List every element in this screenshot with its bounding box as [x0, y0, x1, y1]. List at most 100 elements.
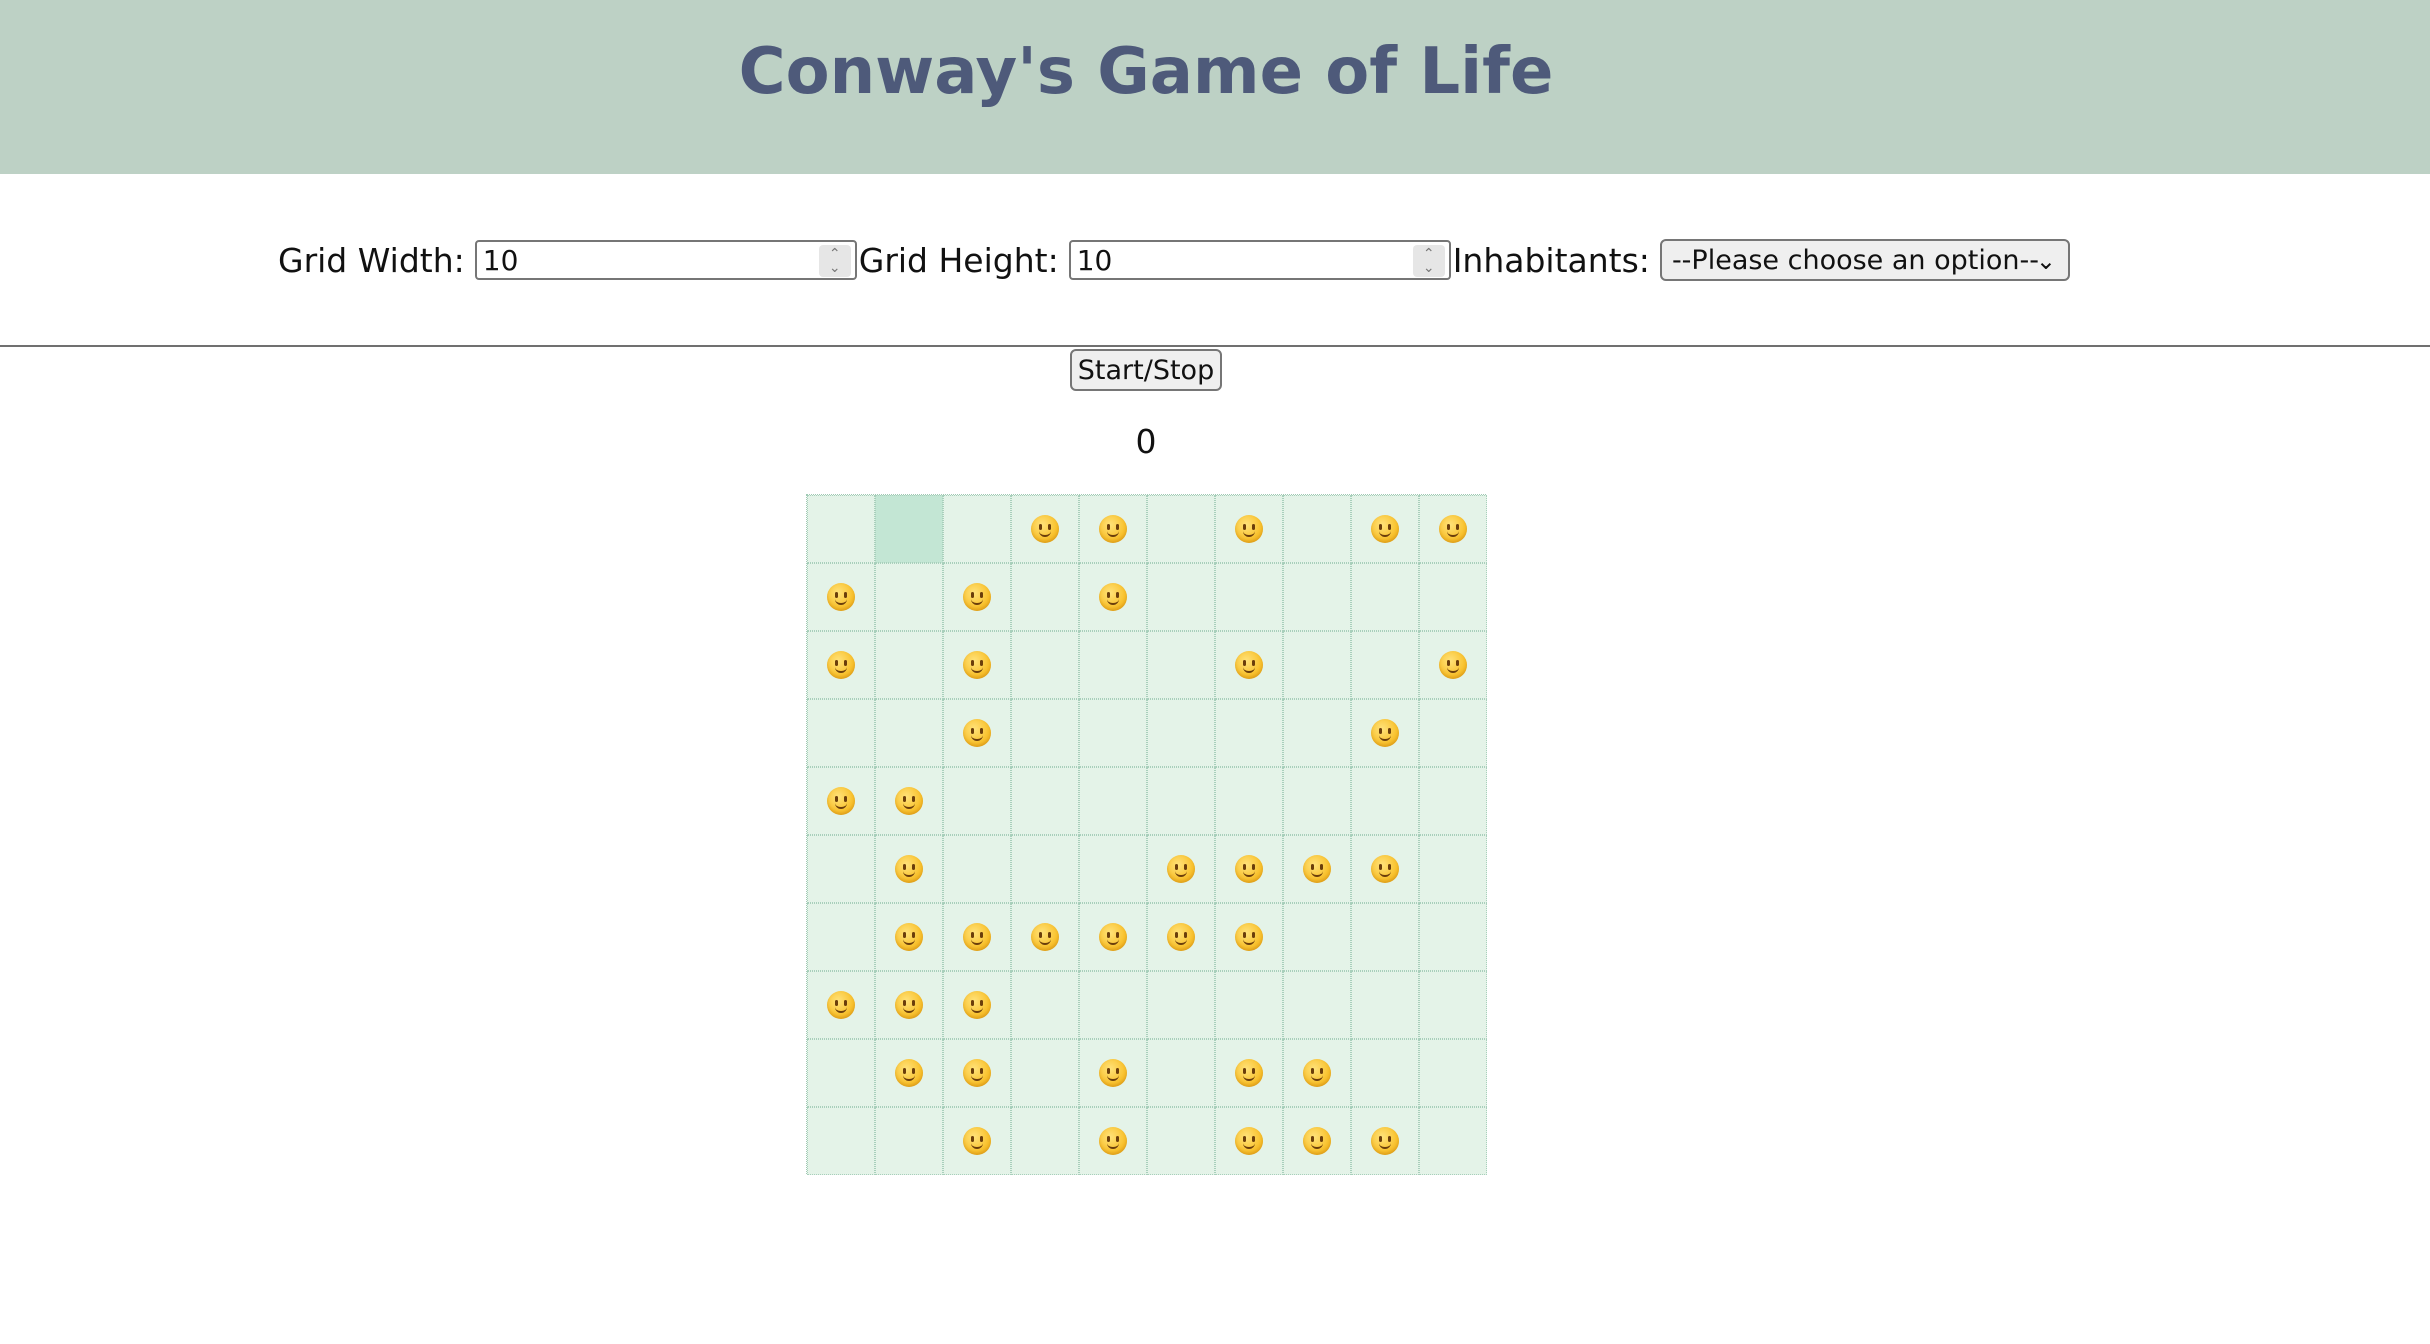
grid-cell[interactable]	[807, 903, 875, 971]
grid-cell[interactable]	[1011, 631, 1079, 699]
grid-cell[interactable]	[1351, 767, 1419, 835]
grid-cell[interactable]	[1011, 903, 1079, 971]
grid-cell[interactable]	[1351, 1039, 1419, 1107]
grid-cell[interactable]	[1283, 903, 1351, 971]
grid-cell[interactable]	[943, 495, 1011, 563]
spinner-down-icon[interactable]: ⌄	[1423, 261, 1435, 275]
grid-cell[interactable]	[1283, 971, 1351, 1039]
grid-cell[interactable]	[1283, 563, 1351, 631]
inhabitants-select[interactable]: --Please choose an option-- ⌄	[1659, 239, 2070, 281]
grid-cell[interactable]	[1011, 835, 1079, 903]
grid-cell[interactable]	[1079, 971, 1147, 1039]
grid-cell[interactable]	[807, 631, 875, 699]
grid-cell[interactable]	[1351, 699, 1419, 767]
spinner-down-icon[interactable]: ⌄	[829, 261, 841, 275]
grid-cell[interactable]	[807, 1107, 875, 1175]
grid-cell[interactable]	[1351, 971, 1419, 1039]
grid-cell[interactable]	[1147, 1107, 1215, 1175]
grid-cell[interactable]	[1283, 1039, 1351, 1107]
grid-cell[interactable]	[1283, 631, 1351, 699]
grid-cell[interactable]	[943, 903, 1011, 971]
grid-cell[interactable]	[1079, 563, 1147, 631]
grid-cell[interactable]	[1419, 495, 1487, 563]
grid-cell[interactable]	[943, 699, 1011, 767]
grid-cell[interactable]	[1419, 971, 1487, 1039]
grid-height-spinner[interactable]: ⌃ ⌄	[1412, 245, 1445, 277]
grid-cell[interactable]	[1215, 903, 1283, 971]
grid-cell[interactable]	[875, 903, 943, 971]
grid-cell[interactable]	[1419, 835, 1487, 903]
grid-cell[interactable]	[1079, 495, 1147, 563]
grid-cell[interactable]	[875, 835, 943, 903]
grid-cell[interactable]	[875, 631, 943, 699]
grid-width-spinner[interactable]: ⌃ ⌄	[818, 245, 851, 277]
grid-cell[interactable]	[1351, 495, 1419, 563]
grid-cell[interactable]	[807, 699, 875, 767]
grid-cell[interactable]	[1419, 631, 1487, 699]
grid-cell[interactable]	[1079, 699, 1147, 767]
grid-cell[interactable]	[875, 699, 943, 767]
grid-height-input[interactable]: 10 ⌃ ⌄	[1068, 240, 1451, 280]
grid-cell[interactable]	[943, 1039, 1011, 1107]
grid-cell[interactable]	[1079, 1107, 1147, 1175]
grid-cell[interactable]	[1079, 835, 1147, 903]
grid-cell[interactable]	[1419, 767, 1487, 835]
grid-cell[interactable]	[807, 971, 875, 1039]
grid-cell[interactable]	[1351, 903, 1419, 971]
grid-cell[interactable]	[1147, 495, 1215, 563]
grid-cell[interactable]	[1147, 631, 1215, 699]
grid-cell[interactable]	[1079, 1039, 1147, 1107]
grid-cell[interactable]	[807, 563, 875, 631]
grid-cell[interactable]	[943, 835, 1011, 903]
grid-cell[interactable]	[943, 563, 1011, 631]
grid-cell[interactable]	[875, 563, 943, 631]
grid-cell[interactable]	[1147, 903, 1215, 971]
grid-cell[interactable]	[1419, 903, 1487, 971]
grid-cell[interactable]	[1011, 1107, 1079, 1175]
grid-cell[interactable]	[1215, 631, 1283, 699]
grid-cell[interactable]	[875, 767, 943, 835]
grid-cell[interactable]	[943, 971, 1011, 1039]
grid-cell[interactable]	[943, 1107, 1011, 1175]
grid-cell[interactable]	[1215, 1039, 1283, 1107]
grid-cell[interactable]	[1147, 1039, 1215, 1107]
grid-cell[interactable]	[875, 1039, 943, 1107]
grid-cell[interactable]	[1351, 631, 1419, 699]
grid-cell[interactable]	[1215, 971, 1283, 1039]
grid-cell[interactable]	[1011, 563, 1079, 631]
start-stop-button[interactable]: Start/Stop	[1070, 349, 1222, 391]
grid-cell[interactable]	[1215, 767, 1283, 835]
grid-cell[interactable]	[943, 631, 1011, 699]
grid-cell[interactable]	[1011, 699, 1079, 767]
grid-cell[interactable]	[1215, 563, 1283, 631]
grid-cell[interactable]	[807, 835, 875, 903]
grid-cell[interactable]	[875, 495, 943, 563]
grid-cell[interactable]	[1351, 1107, 1419, 1175]
grid-cell[interactable]	[1215, 495, 1283, 563]
grid-cell[interactable]	[1283, 495, 1351, 563]
grid-cell[interactable]	[807, 495, 875, 563]
grid-cell[interactable]	[1419, 1039, 1487, 1107]
grid-cell[interactable]	[1011, 495, 1079, 563]
grid-cell[interactable]	[1079, 767, 1147, 835]
grid-cell[interactable]	[1215, 699, 1283, 767]
grid-cell[interactable]	[1011, 971, 1079, 1039]
spinner-up-icon[interactable]: ⌃	[829, 247, 841, 261]
grid-cell[interactable]	[1283, 767, 1351, 835]
grid-cell[interactable]	[1283, 835, 1351, 903]
grid-cell[interactable]	[1215, 835, 1283, 903]
grid-cell[interactable]	[1147, 699, 1215, 767]
grid-cell[interactable]	[1351, 563, 1419, 631]
grid-cell[interactable]	[1419, 1107, 1487, 1175]
grid-cell[interactable]	[1079, 903, 1147, 971]
grid-cell[interactable]	[1419, 699, 1487, 767]
grid-cell[interactable]	[1351, 835, 1419, 903]
grid-cell[interactable]	[1079, 631, 1147, 699]
grid-cell[interactable]	[807, 767, 875, 835]
grid-width-input[interactable]: 10 ⌃ ⌄	[474, 240, 857, 280]
grid-cell[interactable]	[943, 767, 1011, 835]
grid-cell[interactable]	[807, 1039, 875, 1107]
grid-cell[interactable]	[875, 1107, 943, 1175]
grid-cell[interactable]	[875, 971, 943, 1039]
spinner-up-icon[interactable]: ⌃	[1423, 247, 1435, 261]
